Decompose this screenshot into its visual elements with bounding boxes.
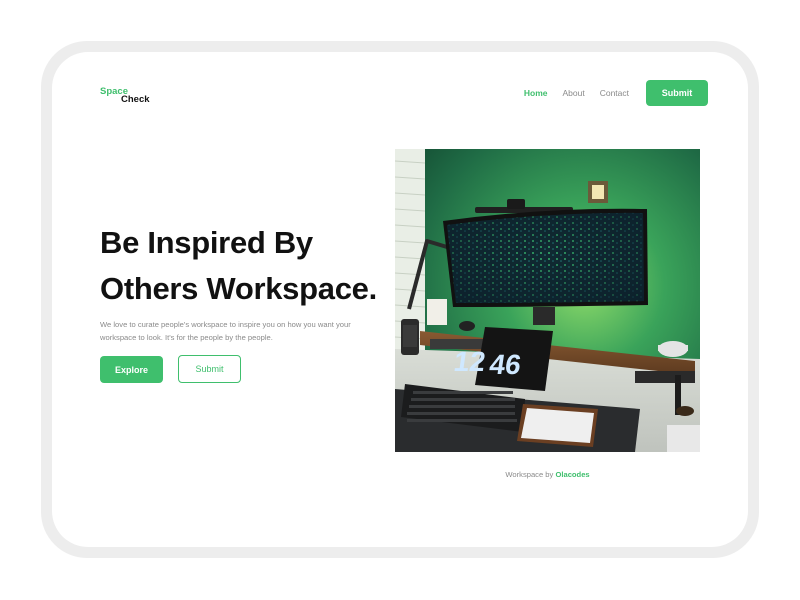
hero-title-line-2: Others Workspace. — [100, 271, 377, 306]
workspace-photo: 12 46 — [395, 149, 700, 452]
clock-hours: 12 — [452, 346, 487, 377]
screen: Space Check Home About Contact Submit Be… — [52, 52, 748, 547]
hero-submit-button[interactable]: Submit — [178, 355, 241, 383]
nav-submit-button[interactable]: Submit — [646, 80, 708, 106]
device-frame: Space Check Home About Contact Submit Be… — [41, 41, 759, 558]
nav-link-contact[interactable]: Contact — [600, 88, 629, 98]
explore-button[interactable]: Explore — [100, 356, 163, 383]
brand-word-check: Check — [121, 94, 150, 105]
main-nav: Home About Contact Submit — [524, 80, 708, 106]
brand-logo[interactable]: Space Check — [100, 86, 170, 108]
caption-prefix: Workspace by — [505, 470, 556, 479]
clock-minutes: 46 — [488, 349, 523, 380]
nav-link-home[interactable]: Home — [524, 88, 548, 98]
nav-link-about[interactable]: About — [562, 88, 584, 98]
caption-author-link[interactable]: Olacodes — [555, 470, 589, 479]
hero-title-line-1: Be Inspired By — [100, 225, 313, 260]
photo-caption: Workspace by Olacodes — [395, 470, 700, 479]
hero-title: Be Inspired By Others Workspace. — [100, 220, 377, 312]
hero-description: We love to curate people's workspace to … — [100, 320, 351, 342]
